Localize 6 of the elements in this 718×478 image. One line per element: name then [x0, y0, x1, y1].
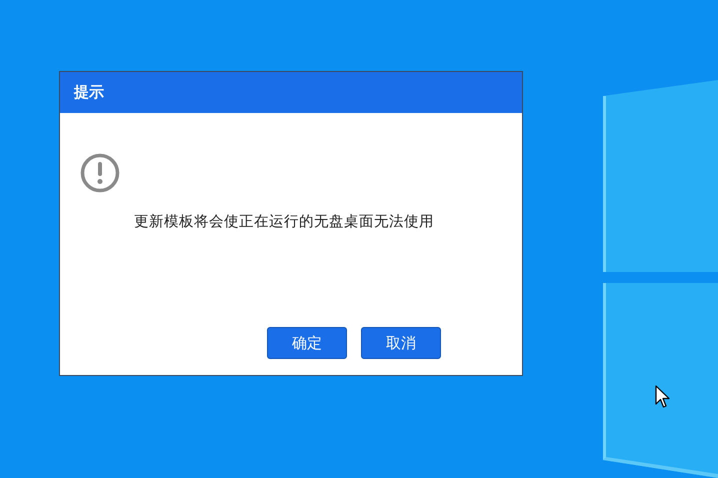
- mouse-pointer-icon: [655, 385, 671, 409]
- dialog-message: 更新模板将会使正在运行的无盘桌面无法使用: [134, 212, 435, 231]
- warning-icon: [80, 153, 120, 193]
- cancel-button[interactable]: 取消: [361, 327, 441, 359]
- ok-button[interactable]: 确定: [267, 327, 347, 359]
- dialog-title: 提示: [74, 83, 104, 102]
